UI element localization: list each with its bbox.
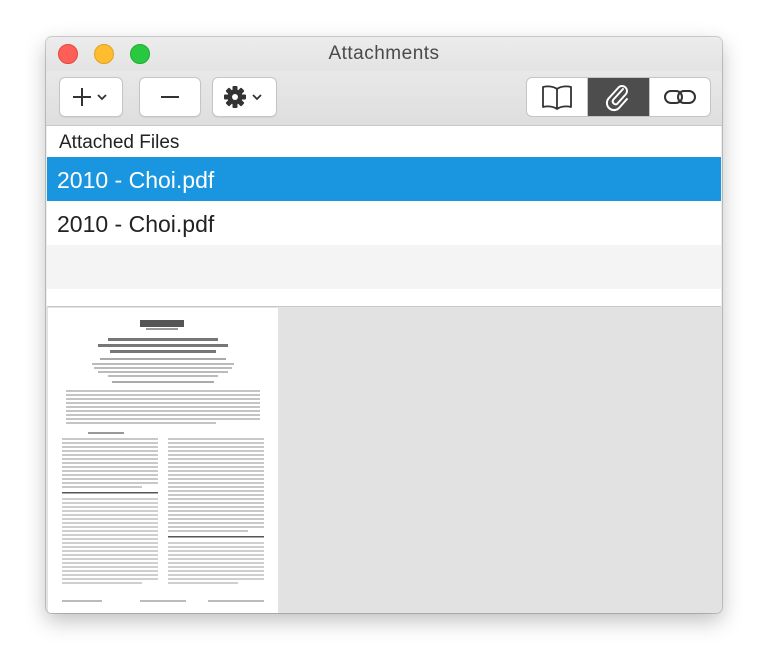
chevron-down-icon: [251, 94, 262, 101]
preview-area: [46, 307, 722, 613]
book-icon: [542, 85, 573, 110]
pdf-thumbnail-graphic: [48, 308, 278, 613]
attachments-window: Attachments Attached Files 2010 - Choi.p…: [46, 37, 722, 613]
toolbar: [46, 71, 722, 126]
plus-icon: [73, 88, 107, 106]
view-mode-segmented-control: [526, 77, 711, 117]
paperclip-icon: [606, 85, 629, 112]
list-item[interactable]: 2010 - Choi.pdf: [47, 201, 721, 245]
action-menu-button[interactable]: [212, 77, 277, 117]
pdf-page-thumbnail[interactable]: [48, 308, 278, 613]
gear-icon: [223, 86, 262, 108]
attachments-view-tab[interactable]: [588, 78, 650, 116]
chevron-down-icon: [97, 94, 107, 101]
minus-icon: [161, 96, 179, 98]
empty-row: [47, 245, 721, 289]
list-item[interactable]: 2010 - Choi.pdf: [47, 157, 721, 201]
list-header: Attached Files: [47, 126, 721, 157]
add-attachment-button[interactable]: [59, 77, 123, 117]
title-bar[interactable]: Attachments: [46, 37, 722, 71]
links-view-tab[interactable]: [650, 78, 710, 116]
window-title: Attachments: [328, 43, 440, 64]
remove-attachment-button[interactable]: [139, 77, 201, 117]
link-icon: [663, 90, 696, 104]
file-name: 2010 - Choi.pdf: [57, 167, 215, 193]
file-name: 2010 - Choi.pdf: [57, 211, 215, 237]
attached-files-list: Attached Files 2010 - Choi.pdf 2010 - Ch…: [47, 126, 721, 307]
notes-view-tab[interactable]: [527, 78, 589, 116]
